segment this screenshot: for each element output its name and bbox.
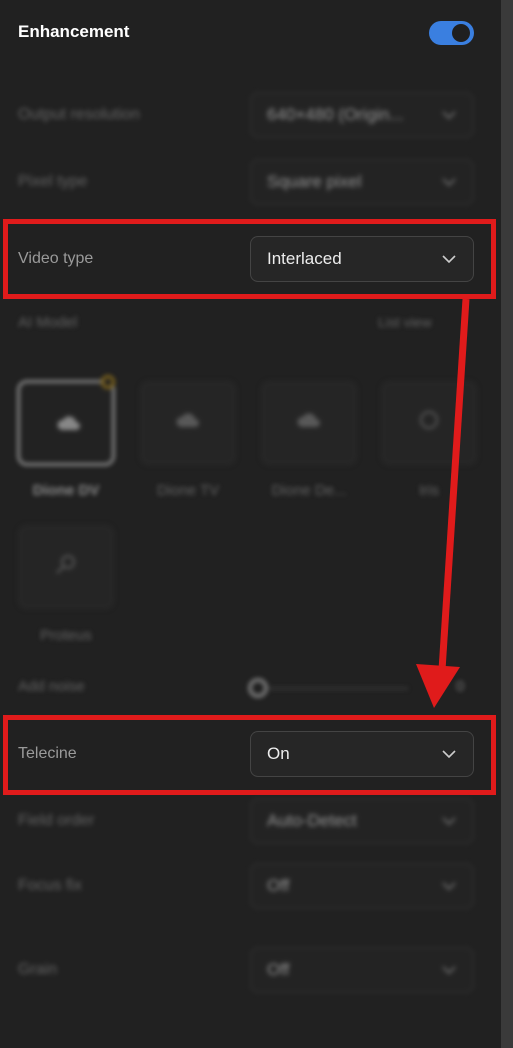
- arrow-shaft: [438, 298, 470, 671]
- annotation-arrow: [416, 298, 470, 708]
- arrow-head: [416, 664, 460, 708]
